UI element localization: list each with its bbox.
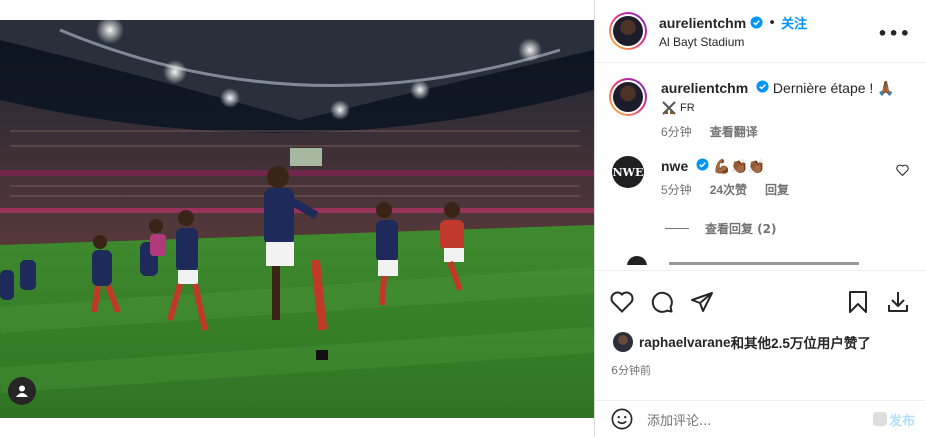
author-avatar[interactable] [609,12,647,50]
comment-time[interactable]: 5分钟 [661,180,692,200]
emoji-icon[interactable] [611,408,633,430]
liker-username[interactable]: raphaelvarane [639,335,731,350]
likes-count-text[interactable]: 和其他2.5万位用户赞了 [731,332,871,352]
post-time[interactable]: 6分钟前 [611,362,651,378]
separator-dot: • [768,14,777,31]
heart-icon[interactable] [896,164,909,176]
reply-button[interactable]: 回复 [765,180,789,200]
liker-avatar [613,332,633,352]
post-comment-button[interactable]: 发布 [872,410,915,429]
view-replies-label: 查看回复 (2) [705,222,777,236]
caption: aurelientchm Dernière étape ! 🙏🏾 FR 6分钟 … [609,78,911,142]
comment-composer: 添加评论... 发布 [595,400,925,437]
comment-likes[interactable]: 24次赞 [710,180,747,200]
download-icon[interactable] [885,289,911,315]
caption-text: Dernière étape ! 🙏🏾 [772,80,895,96]
verified-badge-icon [756,80,769,93]
share-icon[interactable] [689,289,715,315]
user-tag-icon[interactable] [8,377,36,405]
verified-badge-icon [750,16,763,29]
likes-summary[interactable]: raphaelvarane 和其他2.5万位用户赞了 [613,332,871,352]
comment-username[interactable]: nwe [661,158,688,174]
comment-text: 💪🏾👏🏾👏🏾 [713,158,766,174]
post-comment-label: 发布 [888,413,915,429]
next-comment-peek [609,255,911,265]
action-bar [609,285,911,319]
heart-icon[interactable] [609,289,635,315]
caption-username[interactable]: aurelientchm [661,80,748,96]
bookmark-icon[interactable] [845,289,871,315]
view-replies-button[interactable]: 查看回复 (2) [665,220,911,237]
follow-button[interactable]: 关注 [781,13,807,32]
comment-input[interactable]: 添加评论... [647,410,873,429]
comment-icon[interactable] [649,289,675,315]
post-media [0,0,594,437]
post-photo[interactable] [0,20,594,418]
stadium-photo [0,20,594,418]
caption-time[interactable]: 6分钟 [661,122,692,142]
more-options-icon[interactable]: ••• [877,24,911,43]
caption-flag-text: FR [680,102,695,114]
scroll-arrow-icon [872,412,887,426]
post-side-panel: aurelientchm • 关注 Al Bayt Stadium ••• au… [594,0,925,437]
verified-badge-icon [696,158,709,171]
comments-list: aurelientchm Dernière étape ! 🙏🏾 FR 6分钟 … [595,64,925,271]
comment-avatar[interactable]: NWE [612,156,644,188]
replies-line [665,228,689,229]
post-header: aurelientchm • 关注 Al Bayt Stadium ••• [595,0,925,63]
caption-avatar[interactable] [609,78,647,116]
crossed-swords-icon [662,101,676,115]
post-location[interactable]: Al Bayt Stadium [659,35,913,49]
see-translation-button[interactable]: 查看翻译 [710,122,758,142]
comment-item: NWE nwe 💪🏾👏🏾👏🏾 5分钟 24次赞 回复 [609,156,911,200]
author-username[interactable]: aurelientchm [659,15,746,31]
